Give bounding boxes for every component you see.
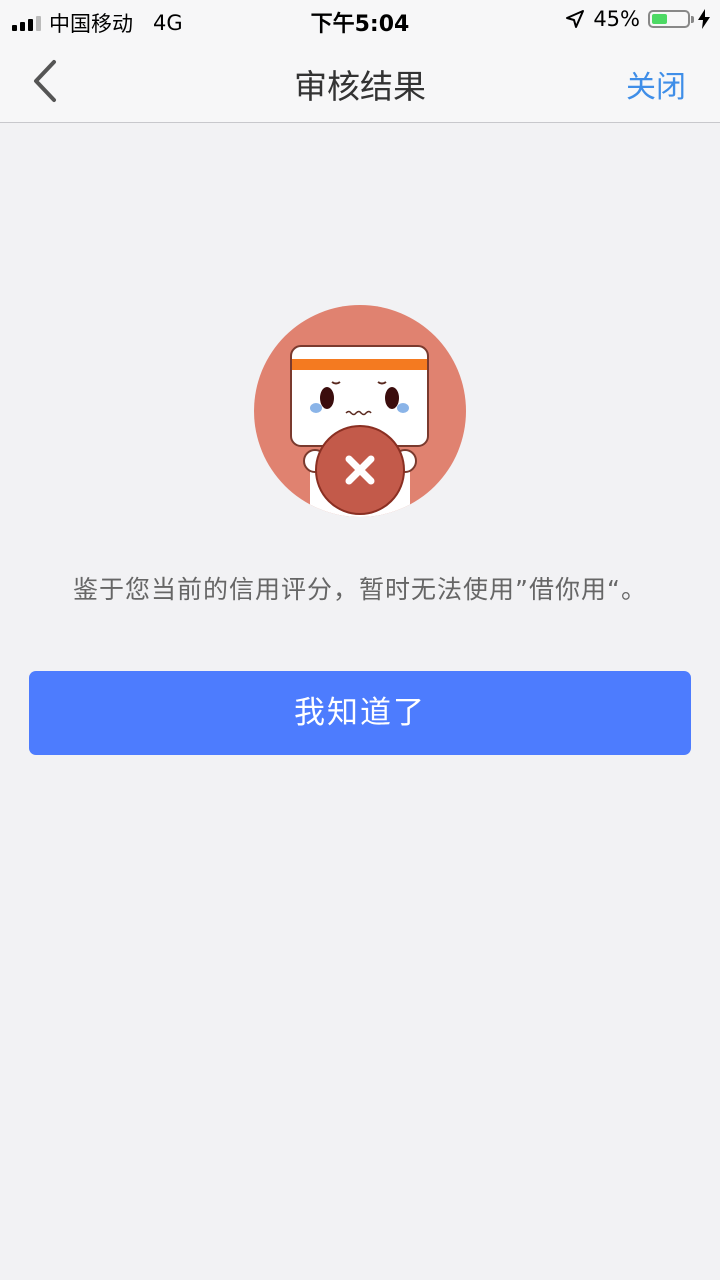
close-x-icon — [345, 455, 375, 485]
status-bar: 中国移动 4G 下午5:04 45% — [0, 0, 720, 40]
nav-bar: 审核结果 关闭 — [0, 40, 720, 123]
battery-icon — [648, 10, 694, 28]
result-message: 鉴于您当前的信用评分，暂时无法使用”借你用“。 — [73, 575, 647, 604]
charging-bolt-icon — [698, 9, 710, 29]
battery-fill — [652, 14, 667, 24]
page-title: 审核结果 — [294, 67, 426, 106]
battery-percent: 45% — [593, 7, 640, 31]
got-it-button[interactable]: 我知道了 — [29, 671, 691, 755]
mascot-left-eye — [320, 387, 334, 409]
mascot-right-eye — [385, 387, 399, 409]
status-right: 45% — [565, 7, 710, 31]
location-arrow-icon — [566, 10, 585, 28]
mascot-headband — [292, 359, 427, 370]
rejected-mascot-illustration — [254, 305, 466, 517]
close-button[interactable]: 关闭 — [626, 62, 686, 106]
